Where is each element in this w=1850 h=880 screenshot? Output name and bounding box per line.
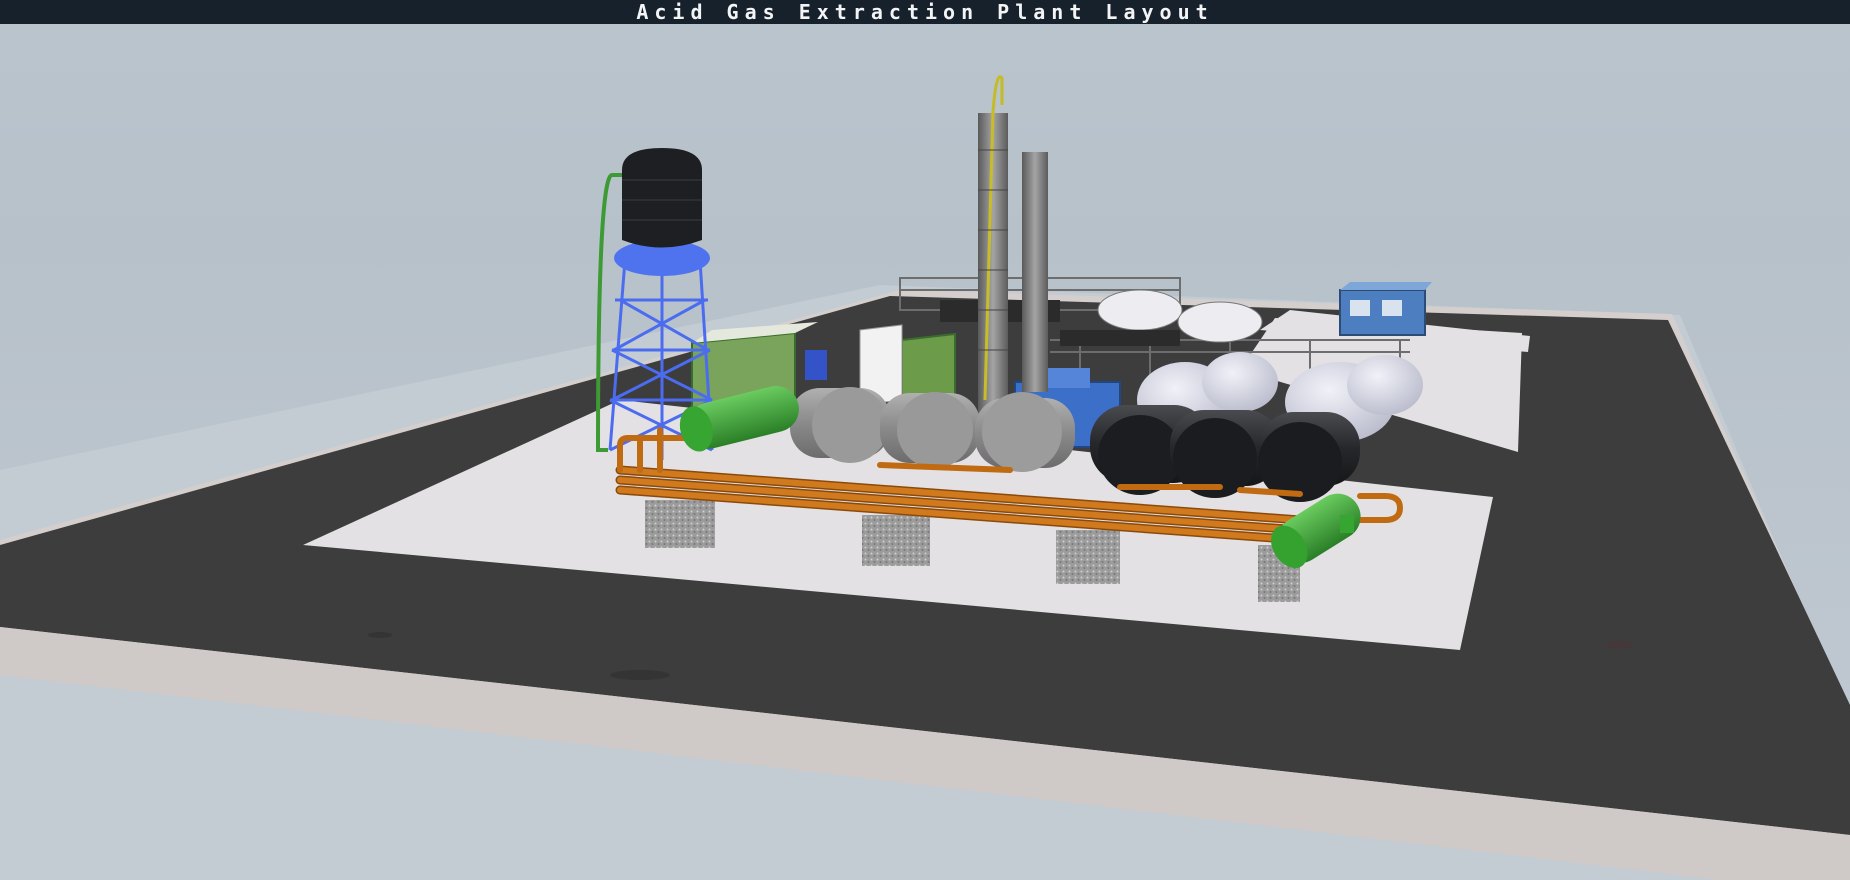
window-title: Acid Gas Extraction Plant Layout [636,0,1214,24]
blue-control-building [1339,282,1432,336]
viewer-title-bar: Acid Gas Extraction Plant Layout [0,0,1850,24]
3d-viewport[interactable] [0,24,1850,880]
plant-scene[interactable] [0,24,1850,880]
